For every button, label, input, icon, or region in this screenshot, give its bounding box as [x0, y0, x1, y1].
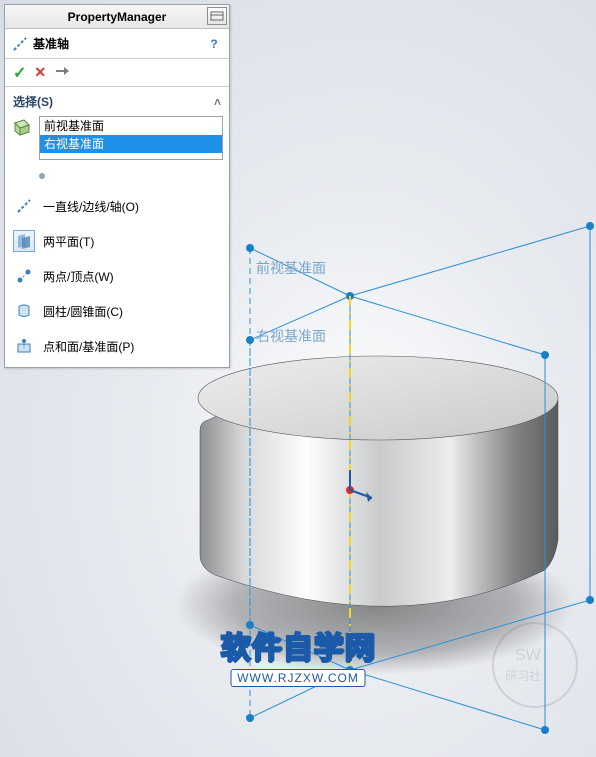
list-item[interactable]: 前视基准面 [40, 117, 222, 135]
panel-options-button[interactable] [207, 7, 227, 25]
option-label: 圆柱/圆锥面(C) [43, 303, 123, 320]
action-row: ✓ ✕ [5, 59, 229, 87]
cylinder-model [198, 356, 558, 606]
panel-title-text: PropertyManager [68, 10, 167, 24]
watermark-text: 软件自学网 [221, 623, 376, 667]
panel-options-icon [210, 10, 224, 22]
selections-section-header[interactable]: 选择(S) ˄ [5, 87, 229, 112]
help-button[interactable]: ? [205, 35, 223, 53]
selections-label: 选择(S) [13, 93, 53, 110]
axis-icon [11, 35, 29, 53]
chevron-up-icon: ˄ [214, 95, 221, 109]
panel-title-bar: PropertyManager [5, 5, 229, 29]
option-two-points[interactable]: 两点/顶点(W) [5, 258, 229, 293]
point-face-icon [13, 335, 35, 357]
property-manager-panel: PropertyManager 基准轴 ? ✓ ✕ 选择(S) ˄ 前视基准面 … [4, 4, 230, 368]
selections-list[interactable]: 前视基准面 右视基准面 [39, 116, 223, 160]
cylinder-cone-icon [13, 300, 35, 322]
feature-name: 基准轴 [33, 35, 223, 52]
option-label: 两平面(T) [43, 233, 94, 250]
option-two-planes[interactable]: 两平面(T) [5, 223, 229, 258]
two-planes-icon [13, 230, 35, 252]
two-points-icon [13, 265, 35, 287]
line-axis-icon [13, 195, 35, 217]
right-plane-label: 右视基准面 [256, 326, 326, 346]
option-label: 点和面/基准面(P) [43, 338, 134, 355]
pin-button[interactable] [54, 64, 70, 81]
selection-type-icon[interactable] [11, 116, 33, 138]
watermark-url: WWW.RJZXW.COM [230, 669, 366, 687]
option-line-edge-axis[interactable]: 一直线/边线/轴(O) [5, 188, 229, 223]
selection-origin-indicator [5, 168, 229, 188]
svg-text:研习社: 研习社 [505, 668, 541, 683]
cancel-button[interactable]: ✕ [34, 64, 46, 81]
feature-header: 基准轴 ? [5, 29, 229, 59]
site-watermark: 软件自学网 WWW.RJZXW.COM [221, 623, 376, 687]
option-point-face[interactable]: 点和面/基准面(P) [5, 328, 229, 367]
option-label: 一直线/边线/轴(O) [43, 198, 139, 215]
option-cylindrical-conical[interactable]: 圆柱/圆锥面(C) [5, 293, 229, 328]
ok-button[interactable]: ✓ [13, 63, 26, 83]
svg-text:SW: SW [515, 647, 542, 664]
list-item[interactable]: 右视基准面 [40, 135, 222, 153]
option-label: 两点/顶点(W) [43, 268, 114, 285]
front-plane-label: 前视基准面 [256, 258, 326, 278]
